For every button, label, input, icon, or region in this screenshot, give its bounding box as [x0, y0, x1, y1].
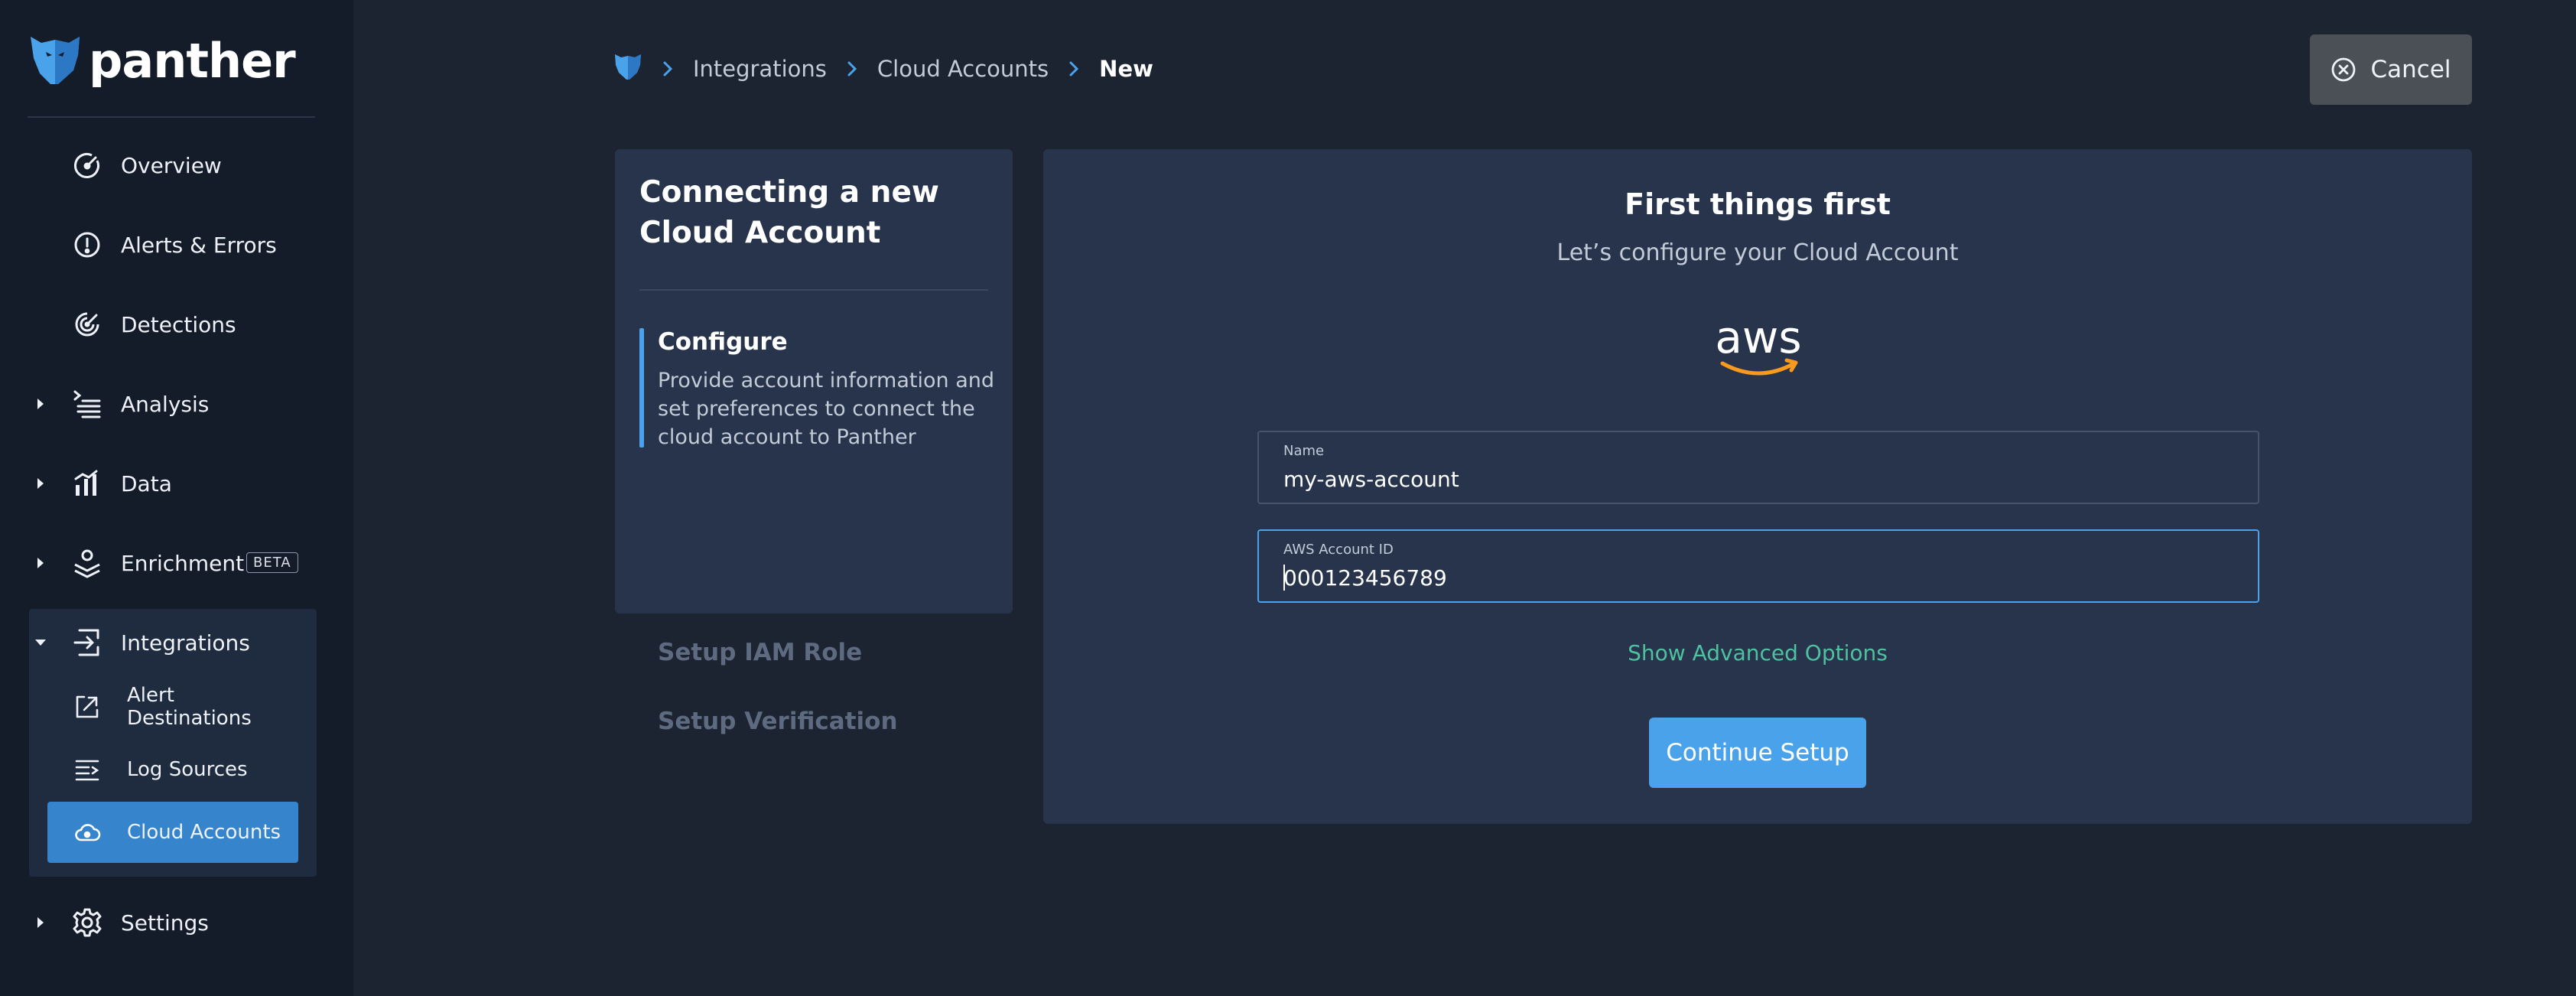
- active-step-indicator: [639, 328, 644, 448]
- sidebar-item-label: Data: [121, 470, 172, 496]
- chevron-right-icon: [1068, 60, 1079, 77]
- breadcrumb: Integrations Cloud Accounts New: [613, 52, 1153, 86]
- cancel-button-label: Cancel: [2370, 56, 2451, 83]
- brand-logo[interactable]: panther: [28, 33, 296, 89]
- close-circle-icon: [2332, 57, 2356, 82]
- continue-setup-button[interactable]: Continue Setup: [1649, 718, 1866, 788]
- breadcrumb-integrations[interactable]: Integrations: [693, 56, 827, 82]
- sidebar-item-log-sources[interactable]: Log Sources: [47, 739, 298, 800]
- sidebar-item-label: Analysis: [121, 391, 210, 417]
- panther-logo-icon: [31, 37, 80, 84]
- sidebar-item-label: Integrations: [121, 630, 250, 656]
- sidebar-item-overview[interactable]: Overview: [29, 135, 317, 196]
- text-cursor: [1283, 565, 1285, 591]
- sidebar-item-label: Enrichment: [121, 550, 245, 576]
- aws-logo: aws: [1715, 313, 1802, 376]
- steps-title: Connecting a new Cloud Account: [639, 175, 939, 250]
- sidebar-item-label: Alert Destinations: [127, 684, 252, 730]
- show-advanced-options-link[interactable]: Show Advanced Options: [1043, 640, 2472, 666]
- cloud-icon: [75, 824, 101, 841]
- radar-icon: [75, 312, 99, 337]
- sidebar: panther Overview Alerts & Errors Detecti…: [0, 0, 353, 996]
- aws-account-id-field-label: AWS Account ID: [1283, 542, 1394, 558]
- caret-right-icon: [29, 916, 52, 929]
- aws-account-id-field[interactable]: AWS Account ID: [1257, 529, 2259, 603]
- step-configure-description: Provide account information and set pref…: [658, 369, 995, 449]
- setup-steps-panel: Connecting a new Cloud Account Configure…: [615, 149, 1013, 735]
- sidebar-item-label: Settings: [121, 910, 209, 936]
- steps-divider: [639, 289, 988, 291]
- sidebar-item-cloud-accounts[interactable]: Cloud Accounts: [47, 802, 298, 863]
- sidebar-item-detections[interactable]: Detections: [29, 294, 317, 355]
- breadcrumb-current: New: [1099, 56, 1153, 82]
- name-input[interactable]: [1283, 463, 2232, 495]
- sidebar-item-integrations[interactable]: Integrations: [29, 612, 317, 673]
- sidebar-item-label: Log Sources: [127, 758, 248, 781]
- sidebar-item-settings[interactable]: Settings: [29, 892, 317, 953]
- sidebar-item-alert-destinations[interactable]: Alert Destinations: [47, 676, 298, 737]
- cancel-button[interactable]: Cancel: [2310, 34, 2472, 105]
- stack-layers-icon: [74, 549, 100, 578]
- caret-right-icon: [29, 398, 52, 410]
- terminal-list-icon: [73, 390, 101, 418]
- panther-shield-icon: [615, 54, 641, 80]
- sidebar-divider: [28, 116, 315, 118]
- svg-text:aws: aws: [1715, 313, 1801, 363]
- caret-down-icon: [29, 638, 52, 647]
- form-subheading: Let’s configure your Cloud Account: [1556, 239, 1959, 266]
- chevron-right-icon: [847, 60, 857, 77]
- caret-right-icon: [29, 477, 52, 490]
- form-heading: First things first: [1625, 187, 1891, 221]
- sidebar-item-enrichment[interactable]: Enrichment BETA: [29, 532, 317, 594]
- step-setup-iam-role-title: Setup IAM Role: [658, 639, 863, 666]
- breadcrumb-home[interactable]: [613, 52, 642, 86]
- aws-account-id-input[interactable]: [1283, 561, 2232, 594]
- caret-right-icon: [29, 557, 52, 569]
- share-out-icon: [76, 695, 99, 718]
- step-setup-verification-title: Setup Verification: [658, 708, 898, 735]
- log-list-icon: [75, 760, 99, 781]
- integrations-group: Integrations Alert Destinations Log Sour…: [29, 609, 317, 877]
- sidebar-item-data[interactable]: Data: [29, 453, 317, 514]
- step-configure-title: Configure: [658, 328, 788, 356]
- name-field[interactable]: Name: [1257, 431, 2259, 504]
- gear-icon: [73, 908, 102, 937]
- gauge-icon: [74, 153, 99, 178]
- sidebar-item-label: Alerts & Errors: [121, 232, 277, 258]
- bar-chart-icon: [74, 470, 98, 496]
- integrations-icon: [73, 629, 99, 656]
- sidebar-item-label: Cloud Accounts: [127, 821, 281, 844]
- sidebar-item-label: Overview: [121, 152, 222, 178]
- chevron-right-icon: [662, 60, 673, 77]
- sidebar-item-analysis[interactable]: Analysis: [29, 373, 317, 435]
- beta-badge: BETA: [246, 552, 298, 573]
- breadcrumb-cloud-accounts[interactable]: Cloud Accounts: [877, 56, 1049, 82]
- brand-name: panther: [89, 33, 296, 89]
- alert-circle-icon: [74, 232, 100, 258]
- sidebar-item-alerts-errors[interactable]: Alerts & Errors: [29, 214, 317, 275]
- name-field-label: Name: [1283, 443, 1325, 459]
- sidebar-item-label: Detections: [121, 311, 236, 337]
- configure-form-card: First things first Let’s configure your …: [1043, 149, 2472, 824]
